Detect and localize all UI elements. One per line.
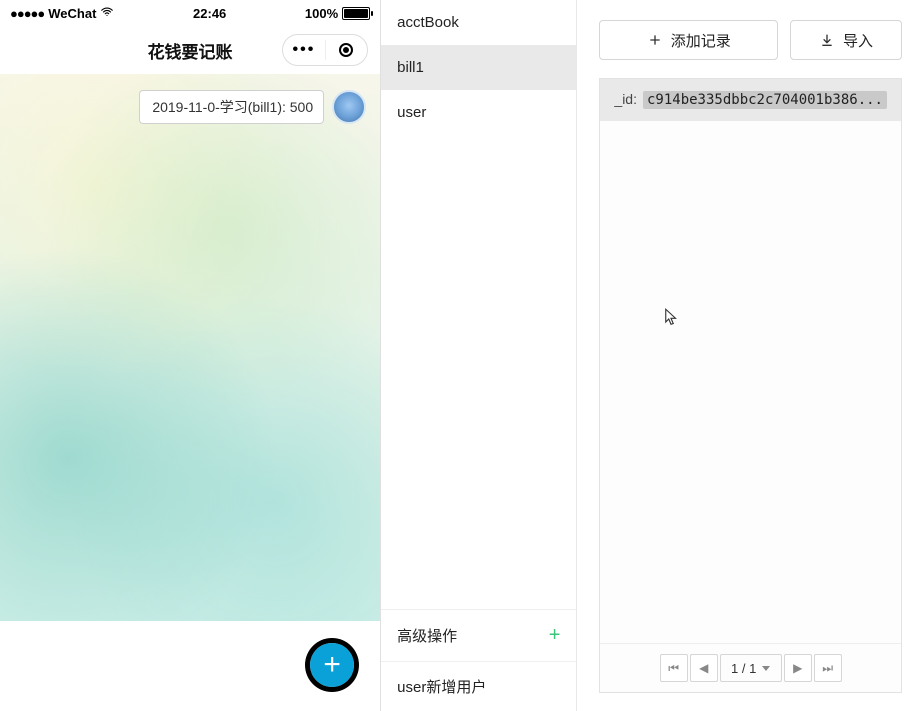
pager-info-text: 1 / 1 xyxy=(731,661,756,676)
battery-pct: 100% xyxy=(305,6,338,21)
spacer xyxy=(381,135,576,609)
app-header: 花钱要记账 ••• xyxy=(0,26,380,74)
wifi-icon xyxy=(100,5,114,22)
ellipsis-icon: ••• xyxy=(292,41,315,59)
collections-panel: acctBook bill1 user 高级操作 + user新增用户 xyxy=(381,0,577,711)
clock: 22:46 xyxy=(193,6,226,21)
battery-icon xyxy=(342,7,370,20)
record-row[interactable]: _id: c914be335dbbc2c704001b386... xyxy=(600,79,901,121)
collection-item-acctbook[interactable]: acctBook xyxy=(381,0,576,45)
capsule-close-button[interactable] xyxy=(326,43,368,57)
pager-next-button[interactable]: ▶ xyxy=(784,654,812,682)
bottom-bar: + xyxy=(0,621,380,711)
signal-dots-icon: ●●●●● xyxy=(10,6,44,21)
chat-area: 2019-11-0-学习(bill1): 500 xyxy=(0,74,380,621)
records-panel: 添加记录 导入 _id: c914be335dbbc2c704001b386..… xyxy=(577,0,924,711)
pager: ⏮ ◀ 1 / 1 ▶ ⏭ xyxy=(600,643,901,692)
advanced-ops-header: 高级操作 + xyxy=(381,609,576,661)
add-bill-button[interactable]: + xyxy=(310,643,354,687)
avatar xyxy=(332,90,366,124)
message-bubble[interactable]: 2019-11-0-学习(bill1): 500 xyxy=(139,90,324,124)
message-row: 2019-11-0-学习(bill1): 500 xyxy=(139,90,366,124)
pager-info[interactable]: 1 / 1 xyxy=(720,654,782,682)
records-toolbar: 添加记录 导入 xyxy=(599,20,902,60)
add-record-button[interactable]: 添加记录 xyxy=(599,20,778,60)
record-value: c914be335dbbc2c704001b386... xyxy=(643,91,887,109)
pager-first-button[interactable]: ⏮ xyxy=(660,654,688,682)
plus-icon: + xyxy=(323,648,341,682)
battery-area: 100% xyxy=(305,6,370,21)
phone-simulator: ●●●●● WeChat 22:46 100% 花钱要记账 ••• 2019-1… xyxy=(0,0,381,711)
plus-icon xyxy=(647,32,663,48)
collection-item-user[interactable]: user xyxy=(381,90,576,135)
add-record-label: 添加记录 xyxy=(671,30,731,51)
pager-prev-button[interactable]: ◀ xyxy=(690,654,718,682)
signal-area: ●●●●● WeChat xyxy=(10,5,114,22)
import-button[interactable]: 导入 xyxy=(790,20,902,60)
collection-item-bill1[interactable]: bill1 xyxy=(381,45,576,90)
import-label: 导入 xyxy=(843,30,873,51)
mini-program-capsule: ••• xyxy=(282,34,368,66)
advanced-op-item[interactable]: user新增用户 xyxy=(381,661,576,711)
record-list: _id: c914be335dbbc2c704001b386... ⏮ ◀ 1 … xyxy=(599,78,902,693)
status-bar: ●●●●● WeChat 22:46 100% xyxy=(0,0,380,26)
record-key: _id: xyxy=(614,91,637,107)
carrier-label: WeChat xyxy=(48,6,96,21)
target-icon xyxy=(339,43,353,57)
record-blank-area xyxy=(600,121,901,643)
cursor-icon xyxy=(662,307,680,330)
capsule-menu-button[interactable]: ••• xyxy=(283,41,325,59)
chevron-down-icon xyxy=(762,666,770,671)
advanced-ops-title: 高级操作 xyxy=(397,625,457,646)
pager-last-button[interactable]: ⏭ xyxy=(814,654,842,682)
app-title: 花钱要记账 xyxy=(148,38,233,63)
add-advanced-op-button[interactable]: + xyxy=(549,624,561,647)
download-icon xyxy=(819,32,835,48)
